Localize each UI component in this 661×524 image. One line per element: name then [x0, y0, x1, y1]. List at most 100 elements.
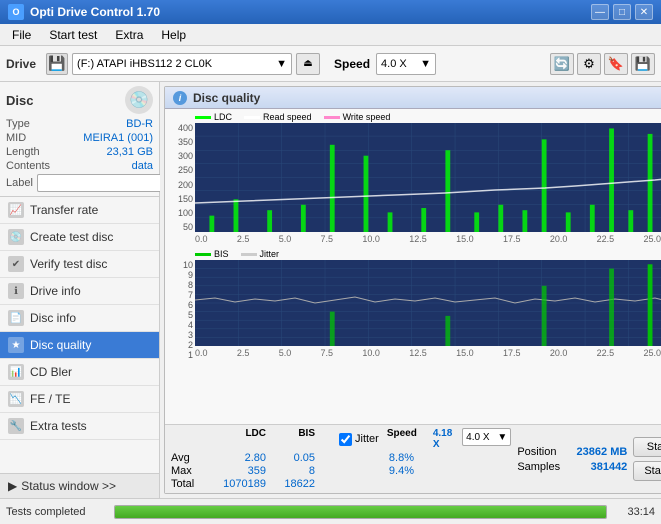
- maximize-button[interactable]: □: [613, 4, 631, 20]
- toolbar-bookmark-button[interactable]: 🔖: [604, 53, 628, 75]
- by-1: 1: [167, 350, 195, 360]
- y-label-150: 150: [167, 194, 195, 204]
- drive-dropdown[interactable]: (F:) ATAPI iHBS112 2 CL0K ▼: [72, 53, 292, 75]
- top-chart-svg: [195, 123, 661, 232]
- bx-20: 20.0: [550, 348, 568, 358]
- disc-length-value: 23,31 GB: [107, 146, 153, 158]
- speed-dropdown[interactable]: 4.0 X ▼: [376, 53, 436, 75]
- samples-value: 381442: [591, 461, 628, 473]
- disc-contents-label: Contents: [6, 160, 50, 172]
- write-speed-legend: Write speed: [324, 112, 391, 122]
- write-speed-label: Write speed: [343, 112, 391, 122]
- start-full-button[interactable]: Start full: [633, 437, 661, 457]
- position-value: 23862 MB: [577, 446, 628, 458]
- x-22-5: 22.5: [597, 234, 615, 244]
- bx-17-5: 17.5: [503, 348, 521, 358]
- toolbar: Drive 💾 (F:) ATAPI iHBS112 2 CL0K ▼ ⏏ Sp…: [0, 46, 661, 82]
- start-part-button[interactable]: Start part: [633, 461, 661, 481]
- eject-button[interactable]: ⏏: [296, 53, 320, 75]
- position-section: Position 23862 MB Samples 381442: [517, 446, 627, 473]
- top-chart-area: [195, 123, 661, 232]
- menu-help[interactable]: Help: [153, 26, 194, 44]
- app-title: Opti Drive Control 1.70: [30, 5, 160, 19]
- top-x-axis: 0.0 2.5 5.0 7.5 10.0 12.5 15.0 17.5 20.0…: [195, 232, 661, 246]
- nav-disc-info-label: Disc info: [30, 311, 76, 325]
- nav-disc-info[interactable]: 📄 Disc info: [0, 305, 159, 332]
- stats-avg-label: Avg: [171, 452, 207, 464]
- jitter-check-label: Jitter: [355, 433, 379, 445]
- bx-22-5: 22.5: [597, 348, 615, 358]
- dq-header-icon: i: [173, 91, 187, 105]
- nav-drive-info-label: Drive info: [30, 284, 81, 298]
- stats-h-ldc: LDC: [211, 428, 266, 450]
- speed-value: 4.0 X: [381, 58, 407, 70]
- disc-contents-value: data: [132, 160, 153, 172]
- dq-header: i Disc quality: [165, 87, 661, 109]
- speed-label: Speed: [334, 57, 370, 71]
- nav-extra-tests[interactable]: 🔧 Extra tests: [0, 413, 159, 440]
- menu-start-test[interactable]: Start test: [41, 26, 105, 44]
- toolbar-save-button[interactable]: 💾: [631, 53, 655, 75]
- create-test-disc-icon: 💿: [8, 229, 24, 245]
- samples-row: Samples 381442: [517, 461, 627, 473]
- bottom-chart-area: [195, 260, 661, 346]
- disc-quality-icon: ★: [8, 337, 24, 353]
- disc-mid-label: MID: [6, 132, 26, 144]
- stats-avg-ldc: 2.80: [211, 452, 266, 464]
- drive-icon: 💾: [46, 53, 68, 75]
- nav-create-test-disc-label: Create test disc: [30, 230, 113, 244]
- jitter-checkbox[interactable]: [339, 433, 352, 446]
- read-speed-label: Read speed: [263, 112, 312, 122]
- nav-transfer-rate-label: Transfer rate: [30, 203, 98, 217]
- stats-max-label: Max: [171, 465, 207, 477]
- stats-avg-bis: 0.05: [270, 452, 315, 464]
- by-3: 3: [167, 330, 195, 340]
- x-2-5: 2.5: [237, 234, 250, 244]
- disc-header: Disc 💿: [6, 86, 153, 114]
- disc-icon: 💿: [125, 86, 153, 114]
- disc-length-row: Length 23,31 GB: [6, 146, 153, 158]
- chevron-down-icon: ▼: [276, 58, 287, 70]
- bx-2-5: 2.5: [237, 348, 250, 358]
- y-label-100: 100: [167, 208, 195, 218]
- nav-verify-test-disc[interactable]: ✔ Verify test disc: [0, 251, 159, 278]
- drive-info-icon: ℹ: [8, 283, 24, 299]
- disc-type-row: Type BD-R: [6, 118, 153, 130]
- toolbar-refresh-button[interactable]: 🔄: [550, 53, 574, 75]
- nav-drive-info[interactable]: ℹ Drive info: [0, 278, 159, 305]
- stats-speed-chevron-icon: ▼: [497, 432, 507, 443]
- disc-info-icon: 📄: [8, 310, 24, 326]
- y-label-400: 400: [167, 123, 195, 133]
- stats-max-ldc: 359: [211, 465, 266, 477]
- stats-section: LDC BIS Jitter Speed 4.18 X 4.0 X ▼: [165, 424, 661, 493]
- menu-file[interactable]: File: [4, 26, 39, 44]
- disc-contents-row: Contents data: [6, 160, 153, 172]
- toolbar-settings-button[interactable]: ⚙: [577, 53, 601, 75]
- minimize-button[interactable]: —: [591, 4, 609, 20]
- disc-mid-value: MEIRA1 (001): [83, 132, 153, 144]
- nav-transfer-rate[interactable]: 📈 Transfer rate: [0, 197, 159, 224]
- menu-extra[interactable]: Extra: [107, 26, 151, 44]
- disc-type-label: Type: [6, 118, 30, 130]
- nav-create-test-disc[interactable]: 💿 Create test disc: [0, 224, 159, 251]
- stats-speed-dropdown[interactable]: 4.0 X ▼: [462, 428, 511, 446]
- bottom-chart-svg: [195, 260, 661, 346]
- disc-label-label: Label: [6, 177, 33, 189]
- nav-verify-test-disc-label: Verify test disc: [30, 257, 107, 271]
- x-10: 10.0: [362, 234, 380, 244]
- nav-cd-bler[interactable]: 📊 CD Bler: [0, 359, 159, 386]
- nav-fe-te[interactable]: 📉 FE / TE: [0, 386, 159, 413]
- progress-bar-fill: [115, 506, 606, 518]
- status-bar: Tests completed 33:14: [0, 498, 661, 524]
- stats-avg-row: Avg 2.80 0.05 8.8%: [171, 452, 511, 464]
- read-speed-color: [244, 116, 260, 119]
- close-button[interactable]: ✕: [635, 4, 653, 20]
- stats-avg-jitter: 8.8%: [339, 452, 414, 464]
- status-window-button[interactable]: ▶ Status window >>: [0, 473, 159, 498]
- status-window-label: Status window >>: [21, 479, 116, 493]
- by-2: 2: [167, 340, 195, 350]
- stats-table: LDC BIS Jitter Speed 4.18 X 4.0 X ▼: [171, 428, 511, 490]
- stats-max-gap: [319, 465, 335, 477]
- nav-disc-quality[interactable]: ★ Disc quality: [0, 332, 159, 359]
- cd-bler-icon: 📊: [8, 364, 24, 380]
